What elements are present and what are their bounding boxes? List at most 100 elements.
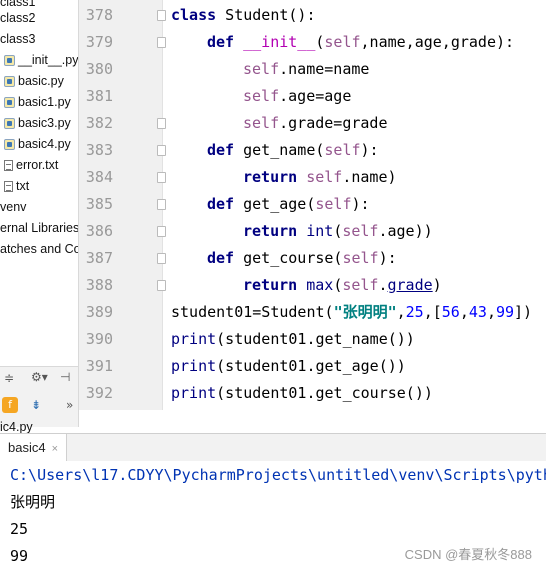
code-token: def xyxy=(207,195,235,213)
code-token: ( xyxy=(333,276,343,294)
text-file-icon xyxy=(4,181,13,193)
console-output-line: 张明明 xyxy=(10,493,56,511)
tree-item-error-txt[interactable]: error.txt xyxy=(4,155,58,176)
code-token: def xyxy=(207,141,235,159)
tree-item-label: class2 xyxy=(0,11,36,25)
code-token: return xyxy=(243,168,298,186)
tree-item-basic3-py[interactable]: basic3.py xyxy=(4,113,71,134)
code-token: ) xyxy=(432,276,442,294)
code-token: self xyxy=(306,168,343,186)
text-file-icon xyxy=(4,160,13,172)
tree-item-external-libraries[interactable]: ernal Libraries xyxy=(0,218,78,239)
code-token: self xyxy=(342,222,379,240)
tree-item-basic4-py[interactable]: basic4.py xyxy=(4,134,71,155)
tree-item-basic-py[interactable]: basic.py xyxy=(4,71,64,92)
tree-item-class2[interactable]: class2 xyxy=(0,8,35,29)
tree-item-venv[interactable]: venv xyxy=(0,197,26,218)
line-number: 386 xyxy=(85,222,113,240)
tree-item-label: basic.py xyxy=(18,74,64,88)
code-line: def get_course(self): xyxy=(207,245,397,272)
tree-item-label: error.txt xyxy=(16,158,59,172)
code-token: self xyxy=(342,249,379,267)
code-line: class Student(): xyxy=(171,2,316,29)
code-token: self xyxy=(243,114,280,132)
console-output-line: 99 xyxy=(10,547,29,565)
tree-item-label: txt xyxy=(16,179,30,193)
code-token: 25 xyxy=(405,303,424,321)
tree-item-txt[interactable]: txt xyxy=(4,176,29,197)
code-token: Student(): xyxy=(216,6,316,24)
code-token: class xyxy=(171,6,217,24)
code-token: .grade=grade xyxy=(279,114,388,132)
code-token: (student01.get_name()) xyxy=(216,330,415,348)
sort-icon[interactable]: ⇟ xyxy=(31,398,41,412)
code-token: (student01.get_course()) xyxy=(216,384,433,402)
tree-item-basic4-partial[interactable]: ic4.py xyxy=(0,420,33,434)
code-token: . xyxy=(378,276,388,294)
line-number: 391 xyxy=(85,357,113,375)
line-number: 382 xyxy=(85,114,113,132)
code-token: .age)) xyxy=(378,222,433,240)
code-line: def get_age(self): xyxy=(207,191,370,218)
code-token: self xyxy=(324,33,361,51)
tree-item-init-py[interactable]: __init__.py xyxy=(4,50,78,71)
python-file-icon xyxy=(4,76,15,88)
code-token: 56 xyxy=(441,303,460,321)
code-line: student01=Student("张明明",25,[56,43,99]) xyxy=(171,299,532,326)
run-tab-basic4[interactable]: basic4 × xyxy=(0,434,68,461)
tree-item-scratches[interactable]: atches and Co xyxy=(0,239,78,260)
tree-item-class3[interactable]: class3 xyxy=(0,29,35,50)
collapse-icon[interactable]: ≑ xyxy=(4,371,14,385)
line-number: 380 xyxy=(85,60,113,78)
editor-gutter: 378 379 380 381 382 383 384 385 386 387 … xyxy=(79,0,166,410)
more-icon[interactable]: » xyxy=(66,398,73,412)
code-line: print(student01.get_age()) xyxy=(171,353,406,380)
code-token: , xyxy=(396,303,406,321)
close-icon[interactable]: × xyxy=(52,443,58,455)
python-file-icon xyxy=(4,55,15,67)
code-token: self xyxy=(243,87,280,105)
code-token: print xyxy=(171,384,217,402)
code-token: (student01.get_age()) xyxy=(216,357,406,375)
code-token: 99 xyxy=(495,303,515,321)
line-number: 390 xyxy=(85,330,113,348)
code-line: self.age=age xyxy=(243,83,351,110)
code-token: def xyxy=(207,249,235,267)
line-number: 378 xyxy=(85,6,113,24)
tree-item-label: venv xyxy=(0,200,27,214)
console-output-line: 25 xyxy=(10,520,29,538)
code-line: return max(self.grade) xyxy=(243,272,442,299)
line-number: 392 xyxy=(85,384,113,402)
code-token: get_course( xyxy=(234,249,343,267)
project-tree: class1 class2 class3 __init__.py basic.p… xyxy=(0,0,79,366)
gear-icon[interactable]: ⚙▾ xyxy=(31,370,48,384)
line-number: 385 xyxy=(85,195,113,213)
console-command-path: C:\Users\l17.CDYY\PycharmProjects\untitl… xyxy=(10,466,546,484)
python-file-icon xyxy=(4,97,15,109)
code-editor[interactable]: class Student(): def __init__(self,name,a… xyxy=(163,0,546,410)
tree-item-label: basic3.py xyxy=(18,116,71,130)
run-console[interactable]: C:\Users\l17.CDYY\PycharmProjects\untitl… xyxy=(0,461,546,571)
code-line: def __init__(self,name,age,grade): xyxy=(207,29,514,56)
code-token: .age=age xyxy=(279,87,352,105)
line-number: 381 xyxy=(85,87,113,105)
code-token: return xyxy=(243,222,298,240)
line-number: 384 xyxy=(85,168,113,186)
code-line: self.grade=grade xyxy=(243,110,388,137)
tree-item-label: __init__.py xyxy=(18,53,79,67)
tree-item-label: basic1.py xyxy=(18,95,71,109)
code-line: print(student01.get_name()) xyxy=(171,326,415,353)
hide-icon[interactable]: ⊣ xyxy=(60,370,70,384)
code-token: grade xyxy=(387,276,433,294)
code-token: .name) xyxy=(342,168,397,186)
code-token: get_name( xyxy=(234,141,325,159)
code-token: int xyxy=(306,222,334,240)
code-token: ): xyxy=(378,249,397,267)
code-token: self xyxy=(243,60,280,78)
function-icon[interactable]: f xyxy=(2,397,18,413)
tree-item-basic1-py[interactable]: basic1.py xyxy=(4,92,71,113)
code-token: get_age( xyxy=(234,195,316,213)
